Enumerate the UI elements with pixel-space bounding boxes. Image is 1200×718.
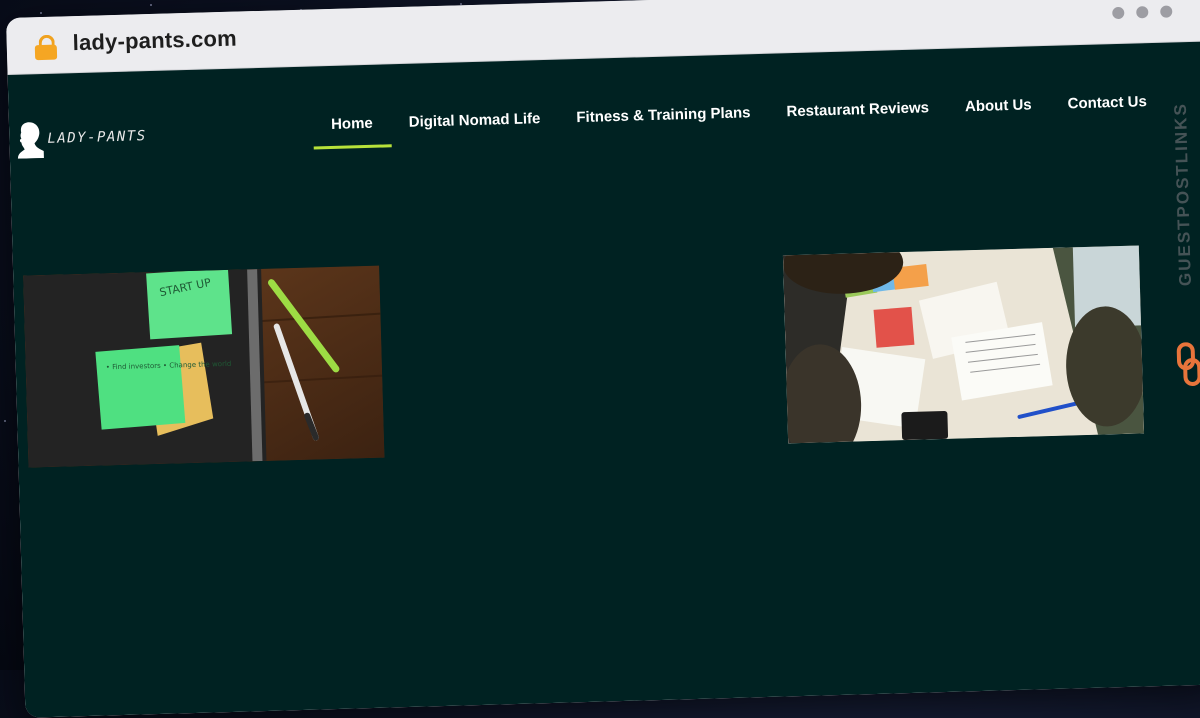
meeting-photo — [782, 245, 1145, 444]
window-dot-icon[interactable] — [1112, 6, 1125, 20]
site-logo[interactable]: LADY-PANTS — [15, 117, 147, 159]
nav-item-fitness-training-plans[interactable]: Fitness & Training Plans — [558, 94, 769, 143]
window-dot-icon[interactable] — [1136, 6, 1149, 19]
logo-wordmark: LADY-PANTS — [47, 128, 147, 147]
web-page: LADY-PANTS Home Digital Nomad Life Fitne… — [7, 41, 1200, 718]
nav-item-contact-us[interactable]: Contact Us — [1049, 83, 1165, 129]
nav-item-about-us[interactable]: About Us — [946, 86, 1050, 132]
nav-item-restaurant-reviews[interactable]: Restaurant Reviews — [768, 89, 948, 137]
woman-silhouette-icon — [17, 122, 44, 159]
hero-image-sticky-notes[interactable]: START UP • Find investors • Change the w… — [23, 265, 385, 468]
nav-item-home[interactable]: Home — [313, 104, 392, 149]
nav-item-digital-nomad-life[interactable]: Digital Nomad Life — [390, 100, 559, 148]
chain-link-icon — [1176, 342, 1200, 387]
browser-window: lady-pants.com LADY-PANTS Home Digital N… — [6, 0, 1200, 718]
lock-icon — [34, 34, 58, 61]
watermark-text: GUESTPOSTLINKS — [1170, 101, 1195, 287]
main-navigation: Home Digital Nomad Life Fitness & Traini… — [313, 83, 1166, 150]
desk-photo: START UP • Find investors • Change the w… — [23, 265, 385, 468]
hero-image-team-meeting[interactable] — [782, 245, 1145, 444]
window-dot-icon[interactable] — [1160, 5, 1173, 18]
window-controls — [1112, 5, 1173, 20]
guestpostlinks-watermark: GUESTPOSTLINKS — [1165, 101, 1200, 387]
address-bar-url[interactable]: lady-pants.com — [72, 26, 237, 57]
